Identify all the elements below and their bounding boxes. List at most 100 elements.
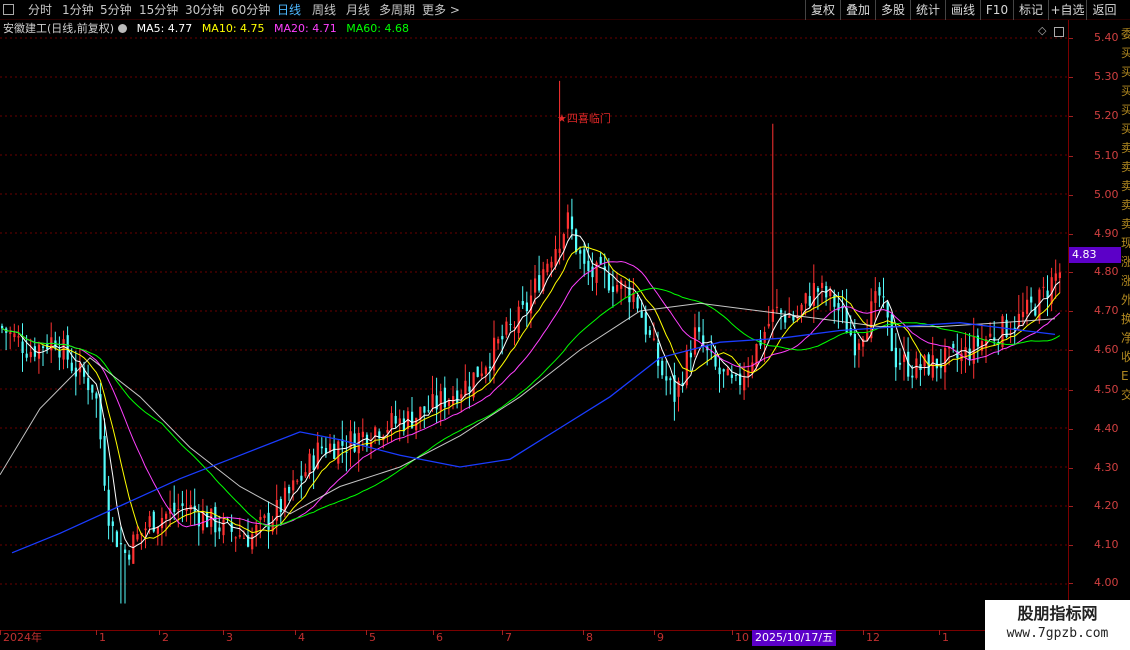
period-tab-weekly[interactable]: 周线: [312, 2, 336, 18]
adjust-button[interactable]: 复权: [805, 0, 840, 20]
price-tick-mark: [1069, 583, 1073, 584]
price-tick-label: 4.00: [1094, 576, 1119, 589]
time-tick-mark: [939, 630, 940, 635]
candle-body: [636, 297, 639, 309]
side-strip-char: 买: [1121, 103, 1130, 117]
candle-body: [546, 263, 549, 273]
side-strip-char: 卖: [1121, 217, 1130, 231]
price-tick-label: 5.30: [1094, 70, 1119, 83]
period-tab-60min[interactable]: 60分钟: [231, 2, 270, 18]
price-tick-label: 5.40: [1094, 31, 1119, 44]
period-tab-1min[interactable]: 1分钟: [62, 2, 94, 18]
statistics-button[interactable]: 统计: [910, 0, 945, 20]
side-strip-char: 换: [1121, 312, 1130, 326]
side-strip-char: 卖: [1121, 198, 1130, 212]
time-tick-label: 9: [657, 631, 664, 644]
time-tick-mark: [295, 630, 296, 635]
candle-body: [21, 341, 24, 353]
candle-body: [95, 393, 98, 399]
candle-body: [611, 286, 615, 292]
period-tab-5min[interactable]: 5分钟: [100, 2, 132, 18]
candle-body: [878, 287, 881, 296]
draw-line-button[interactable]: 画线: [945, 0, 980, 20]
time-tick-mark: [223, 630, 224, 635]
side-strip-char: 买: [1121, 84, 1130, 98]
period-tab-30min[interactable]: 30分钟: [185, 2, 224, 18]
period-tab-15min[interactable]: 15分钟: [139, 2, 178, 18]
watermark-logo: 股朋指标网 www.7gpzb.com: [985, 600, 1130, 650]
candle-body: [579, 250, 582, 254]
price-tick-label: 4.20: [1094, 499, 1119, 512]
watermark-url: www.7gpzb.com: [1006, 626, 1109, 641]
candle-body: [726, 368, 729, 376]
candle-body: [763, 331, 766, 343]
candle-body: [743, 377, 746, 391]
time-tick-mark: [366, 630, 367, 635]
candle-body: [37, 344, 41, 359]
candle-body: [562, 234, 565, 249]
period-tab-multi[interactable]: 多周期: [379, 2, 415, 18]
candle-body: [911, 375, 914, 378]
time-tick-mark: [96, 630, 97, 635]
time-tick-label: 2: [162, 631, 169, 644]
side-strip-char: 收: [1121, 350, 1130, 364]
candle-body: [70, 362, 73, 371]
candle-body: [107, 489, 110, 526]
candle-body: [308, 453, 311, 474]
candle-body: [439, 391, 442, 411]
candle-body: [1026, 299, 1029, 314]
time-tick-label: 3: [226, 631, 233, 644]
candle-body: [665, 376, 668, 381]
period-tab-timeshare[interactable]: 分时: [28, 2, 52, 18]
candle-body: [607, 273, 610, 291]
candle-body: [808, 296, 811, 306]
period-tab-daily[interactable]: 日线: [277, 2, 301, 18]
candle-body: [944, 348, 947, 373]
add-watchlist-button[interactable]: +自选: [1048, 0, 1086, 20]
candle-body: [206, 511, 209, 528]
overlay-button[interactable]: 叠加: [840, 0, 875, 20]
price-tick-mark: [1069, 38, 1073, 39]
candle-body: [587, 260, 590, 271]
candle-body: [329, 443, 332, 452]
candle-body: [734, 374, 738, 376]
candle-body: [566, 212, 569, 229]
multi-stock-button[interactable]: 多股: [875, 0, 910, 20]
candle-body: [554, 248, 557, 267]
candle-body: [189, 505, 192, 510]
candle-body: [296, 480, 299, 482]
side-strip-char: E: [1121, 369, 1129, 383]
menu-square-icon[interactable]: [3, 4, 14, 15]
price-tick-label: 4.80: [1094, 265, 1119, 278]
time-tick-mark: [502, 630, 503, 635]
price-tick-mark: [1069, 156, 1073, 157]
candle-body: [42, 346, 45, 348]
candle-body: [201, 512, 205, 531]
candle-body: [222, 519, 225, 536]
candle-body: [558, 248, 561, 253]
time-tick-label: 2024年: [3, 631, 42, 644]
back-button[interactable]: 返回: [1086, 0, 1122, 20]
candle-body: [853, 334, 856, 356]
time-tick-mark: [654, 630, 655, 635]
candle-body: [468, 386, 471, 392]
price-tick-label: 5.10: [1094, 149, 1119, 162]
kline-chart[interactable]: [0, 20, 1068, 630]
mark-button[interactable]: 标记: [1013, 0, 1048, 20]
candle-body: [17, 336, 20, 338]
time-tick-mark: [583, 630, 584, 635]
candle-body: [128, 554, 131, 560]
annotation-text: 四喜临门: [566, 112, 611, 125]
period-tab-monthly[interactable]: 月线: [346, 2, 370, 18]
candle-body: [693, 327, 697, 355]
f10-button[interactable]: F10: [980, 0, 1013, 20]
time-tick-mark: [863, 630, 864, 635]
price-tick-label: 5.20: [1094, 109, 1119, 122]
candle-body: [1054, 273, 1057, 281]
side-strip-char: 买: [1121, 65, 1130, 79]
price-tick-mark: [1069, 545, 1073, 546]
candle-body: [915, 358, 918, 378]
candle-body: [730, 374, 733, 378]
time-tick-label: 5: [369, 631, 376, 644]
period-tab-more[interactable]: 更多 >: [422, 2, 460, 18]
